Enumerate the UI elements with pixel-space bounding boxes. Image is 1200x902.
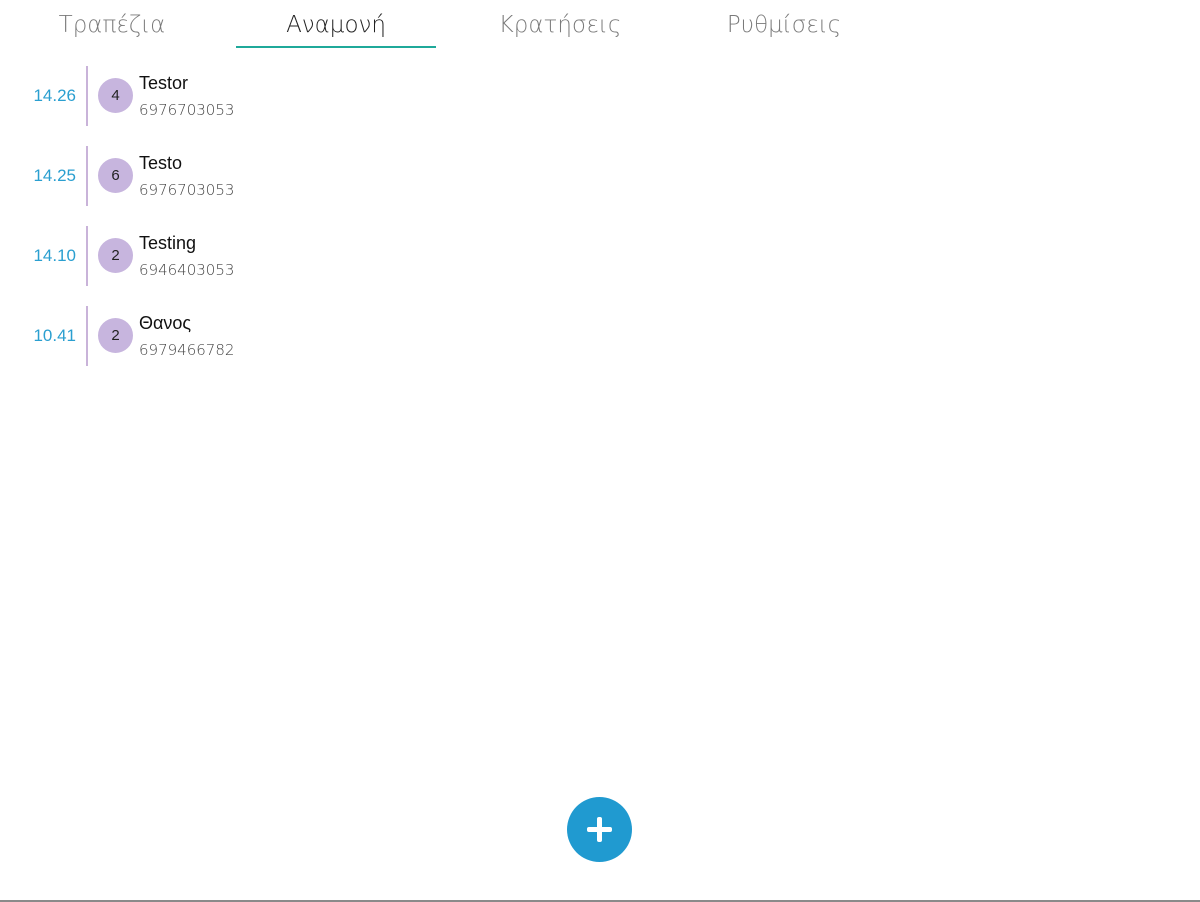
entry-name: Testor — [139, 73, 189, 93]
entry-phone: 6946403053 — [139, 261, 235, 279]
waitlist: 14.26 4 Testor 6976703053 14.25 6 Testo … — [0, 66, 600, 386]
entry-divider — [86, 306, 88, 366]
entry-divider — [86, 146, 88, 206]
tab-tables[interactable]: Τραπέζια — [12, 0, 212, 46]
party-size-badge: 2 — [98, 318, 133, 353]
tab-bar: Τραπέζια Αναμονή Κρατήσεις Ρυθμίσεις — [0, 0, 1200, 48]
entry-phone: 6976703053 — [139, 101, 235, 119]
list-item[interactable]: 14.10 2 Testing 6946403053 — [0, 226, 600, 286]
entry-time: 10.41 — [33, 326, 76, 345]
entry-phone: 6979466782 — [139, 341, 235, 359]
waitlist-screen: Τραπέζια Αναμονή Κρατήσεις Ρυθμίσεις 14.… — [0, 0, 1200, 902]
entry-name: Testing — [139, 233, 197, 253]
entry-time: 14.25 — [33, 166, 76, 185]
tab-settings[interactable]: Ρυθμίσεις — [684, 0, 884, 46]
add-entry-button[interactable] — [567, 797, 632, 862]
tab-waitlist[interactable]: Αναμονή — [236, 0, 436, 48]
list-item[interactable]: 14.25 6 Testo 6976703053 — [0, 146, 600, 206]
party-size-badge: 6 — [98, 158, 133, 193]
entry-time: 14.10 — [33, 246, 76, 265]
list-item[interactable]: 10.41 2 Θανος 6979466782 — [0, 306, 600, 366]
entry-time: 14.26 — [33, 86, 76, 105]
entry-name: Θανος — [139, 313, 192, 333]
party-size-badge: 4 — [98, 78, 133, 113]
tab-reservations[interactable]: Κρατήσεις — [460, 0, 660, 46]
entry-divider — [86, 66, 88, 126]
list-item[interactable]: 14.26 4 Testor 6976703053 — [0, 66, 600, 126]
party-size-badge: 2 — [98, 238, 133, 273]
entry-divider — [86, 226, 88, 286]
entry-name: Testo — [139, 153, 183, 173]
plus-icon — [567, 797, 632, 862]
entry-phone: 6976703053 — [139, 181, 235, 199]
